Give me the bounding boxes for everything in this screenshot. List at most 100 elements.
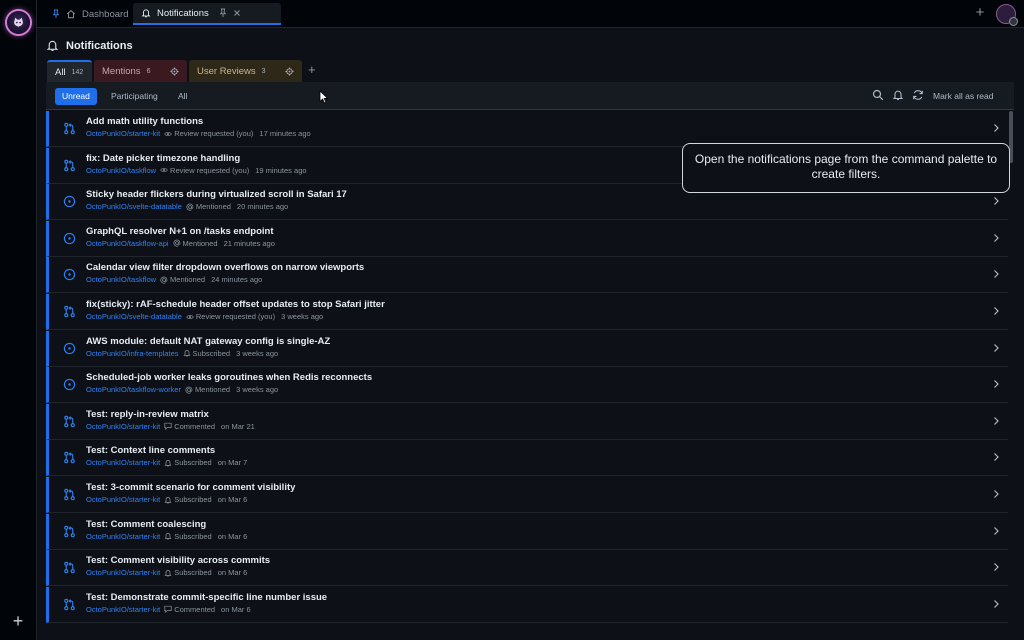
add-filter-button[interactable]: + [308,63,316,77]
new-tab-button[interactable]: + [973,5,987,21]
chevron-right-icon[interactable] [992,416,1000,426]
notification-title[interactable]: Test: 3-commit scenario for comment visi… [86,482,295,493]
repo-link[interactable]: OctoPunkIO/taskflow-worker [86,385,181,394]
notification-row[interactable]: Test: reply-in-review matrix OctoPunkIO/s… [46,403,1008,440]
notification-title[interactable]: Test: Comment visibility across commits [86,555,270,566]
reason-label: Review requested (you) [170,165,250,175]
chevron-right-icon[interactable] [992,269,1000,279]
filter-tab-mentions[interactable]: Mentions 6 [94,60,187,82]
notification-time: on Mar 6 [217,568,248,578]
tab-notifications[interactable]: Notifications [133,3,281,25]
notification-row[interactable]: GraphQL resolver N+1 on /tasks endpoint O… [46,220,1008,257]
notification-time: on Mar 7 [217,458,248,468]
notification-title[interactable]: Test: Demonstrate commit-specific line n… [86,592,327,603]
add-workspace-button[interactable]: + [10,612,26,630]
chevron-right-icon[interactable] [992,599,1000,609]
notification-row[interactable]: AWS module: default NAT gateway config i… [46,330,1008,367]
filter-tab-all[interactable]: All 142 [47,60,92,82]
bell-icon [164,532,172,540]
notification-row[interactable]: Test: Demonstrate commit-specific line n… [46,586,1008,623]
notification-title[interactable]: Scheduled-job worker leaks goroutines wh… [86,372,372,383]
repo-link[interactable]: OctoPunkIO/svelte-datatable [86,312,182,321]
filter-all-button[interactable]: All [171,88,194,105]
repo-link[interactable]: OctoPunkIO/starter-kit [86,568,160,577]
chevron-right-icon[interactable] [992,233,1000,243]
chevron-right-icon[interactable] [992,306,1000,316]
repo-link[interactable]: OctoPunkIO/starter-kit [86,458,160,467]
issue-icon [63,232,76,245]
chevron-right-icon[interactable] [992,379,1000,389]
pull-request-icon [63,598,76,611]
chevron-right-icon[interactable] [992,489,1000,499]
repo-link[interactable]: OctoPunkIO/infra-templates [86,349,179,358]
notification-time: on Mar 6 [217,495,248,504]
chevron-right-icon[interactable] [992,196,1000,206]
notification-row[interactable]: Test: Comment coalescing OctoPunkIO/start… [46,513,1008,550]
workspace-avatar[interactable] [7,11,30,34]
bell-icon[interactable] [892,89,904,101]
notification-row[interactable]: Test: Context line comments OctoPunkIO/st… [46,440,1008,477]
tab-dashboard[interactable]: Dashboard [44,3,136,25]
reason-label: Review requested (you) [174,129,254,138]
filter-tab-user-reviews[interactable]: User Reviews 3 [189,60,302,82]
notification-reason: Subscribed [164,568,212,577]
chevron-right-icon[interactable] [992,526,1000,536]
gear-icon[interactable] [285,66,294,76]
notification-row[interactable]: Test: 3-commit scenario for comment visi… [46,477,1008,513]
notification-reason: Review requested (you) [164,129,253,138]
notification-reason: Subscribed [164,458,212,467]
notification-time: 20 minutes ago [236,202,289,212]
mark-all-read-button[interactable]: Mark all as read [933,88,993,105]
notification-title[interactable]: AWS module: default NAT gateway config i… [86,336,330,347]
repo-link[interactable]: OctoPunkIO/starter-kit [86,532,160,541]
notification-title[interactable]: Add math utility functions [86,116,203,127]
repo-link[interactable]: OctoPunkIO/taskflow [86,166,156,175]
reason-label: Mentioned [170,275,206,285]
reason-label: Subscribed [174,531,212,541]
notifications-toolbar: Unread Participating All Mark all as rea… [46,82,1014,110]
pull-request-icon [63,561,76,574]
chevron-right-icon[interactable] [992,562,1000,572]
notification-title[interactable]: fix: Date picker timezone handling [86,153,240,164]
page-title-text: Notifications [66,39,133,52]
notification-row[interactable]: Scheduled-job worker leaks goroutines wh… [46,367,1008,404]
notification-title[interactable]: Test: Comment coalescing [86,519,206,530]
repo-link[interactable]: OctoPunkIO/taskflow-api [86,239,169,248]
notification-title[interactable]: GraphQL resolver N+1 on /tasks endpoint [86,226,274,237]
notification-row[interactable]: Add math utility functions OctoPunkIO/sta… [46,111,1008,147]
reason-label: Review requested (you) [195,312,276,321]
notification-title[interactable]: Test: Context line comments [86,445,215,456]
refresh-icon[interactable] [912,89,924,101]
repo-link[interactable]: OctoPunkIO/starter-kit [86,495,160,504]
repo-link[interactable]: OctoPunkIO/svelte-datatable [86,202,182,211]
notification-row[interactable]: Calendar view filter dropdown overflows … [46,257,1008,294]
notification-title[interactable]: fix(sticky): rAF-schedule header offset … [86,299,385,310]
at-icon [160,276,168,284]
repo-link[interactable]: OctoPunkIO/starter-kit [86,422,160,431]
notification-reason: Commented [164,422,215,431]
gear-icon[interactable] [170,66,179,76]
notification-meta: OctoPunkIO/starter-kit Subscribed on Mar 7 [86,458,247,467]
repo-link[interactable]: OctoPunkIO/starter-kit [86,605,160,614]
notification-row[interactable]: fix(sticky): rAF-schedule header offset … [46,294,1008,330]
user-avatar[interactable] [996,4,1018,26]
filter-unread-button[interactable]: Unread [55,88,97,105]
close-icon[interactable] [233,9,241,17]
notification-meta: OctoPunkIO/starter-kit Subscribed on Mar 6 [86,532,247,541]
pin-icon[interactable] [219,8,227,18]
repo-link[interactable]: OctoPunkIO/taskflow [86,275,156,284]
search-icon[interactable] [872,89,884,101]
chevron-right-icon[interactable] [992,123,1000,133]
pull-request-icon [63,488,76,501]
notification-title[interactable]: Test: reply-in-review matrix [86,409,209,420]
notification-title[interactable]: Sticky header flickers during virtualize… [86,189,347,200]
settings-gear-icon[interactable] [1009,17,1018,26]
eye-icon [160,166,168,174]
notification-time: on Mar 6 [221,604,251,614]
notification-title[interactable]: Calendar view filter dropdown overflows … [86,262,364,273]
chevron-right-icon[interactable] [992,343,1000,353]
chevron-right-icon[interactable] [992,452,1000,462]
notification-row[interactable]: Test: Comment visibility across commits O… [46,550,1008,587]
repo-link[interactable]: OctoPunkIO/starter-kit [86,129,160,138]
filter-participating-button[interactable]: Participating [104,88,165,105]
